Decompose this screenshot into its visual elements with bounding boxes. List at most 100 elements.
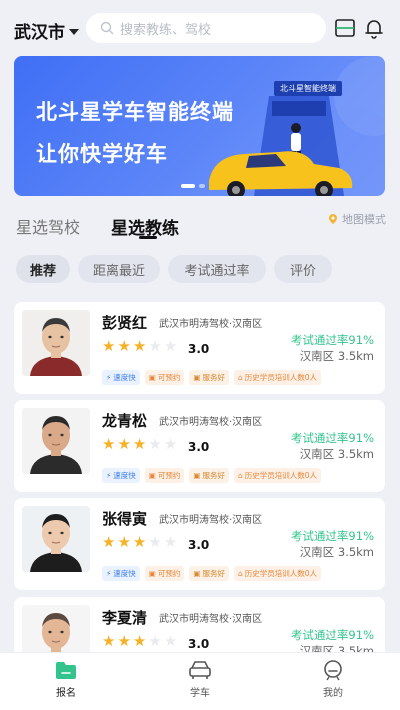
lightning-icon: ⚡	[106, 569, 112, 578]
coach-name: 龙青松	[102, 412, 148, 430]
rating-score: 3.0	[188, 538, 210, 552]
caret-down-icon	[69, 28, 79, 35]
rating-score: 3.0	[188, 440, 210, 454]
calendar-icon: ▣	[148, 373, 156, 382]
coach-tags: ⚡速度快▣可预约▣服务好⌂历史学员培训人数0人	[102, 468, 322, 483]
star-icon: ★	[148, 632, 162, 650]
coach-tag: ▣服务好	[189, 566, 229, 581]
star-icon: ★	[163, 435, 178, 453]
rating-score: 3.0	[188, 342, 210, 356]
service-icon: ▣	[193, 471, 201, 480]
banner-title: 北斗星学车智能终端	[36, 100, 234, 124]
star-icon: ★	[102, 632, 116, 650]
coach-tag-label: 历史学员培训人数0人	[244, 569, 318, 578]
coach-tag-label: 速度快	[113, 569, 136, 578]
search-input[interactable]: 搜索教练、驾校	[86, 13, 326, 43]
coach-school: 武汉市明涛驾校·汉南区	[159, 319, 263, 330]
rating-score: 3.0	[188, 637, 210, 651]
graduation-cap-icon: ⌂	[237, 569, 243, 578]
app-root: 武汉市 搜索教练、驾校 北斗星智能终端 北斗星学车智能终端 让你快学好车 星选驾…	[0, 0, 400, 710]
coach-tag-label: 可预约	[157, 373, 181, 382]
nav-learn-label: 学车	[190, 688, 210, 699]
coach-tag-label: 服务好	[202, 373, 225, 382]
coach-tag-label: 速度快	[113, 373, 136, 382]
rating-stars: ★ ★ ★ ★ ★	[102, 535, 177, 550]
car-icon	[189, 661, 211, 679]
coach-tag-label: 速度快	[113, 471, 136, 480]
graduation-cap-icon: ⌂	[237, 373, 243, 382]
star-icon: ★	[148, 435, 162, 453]
filter-recommend[interactable]: 推荐	[16, 255, 70, 283]
graduation-cap-icon: ⌂	[237, 471, 243, 480]
service-icon: ▣	[193, 569, 201, 578]
calendar-icon: ▣	[148, 471, 156, 480]
coach-location: 汉南区 3.5km	[299, 545, 374, 559]
coach-name: 彭贤红	[102, 314, 148, 332]
coach-tags: ⚡速度快 ▣可预约 ▣服务好 ⌂历史学员培训人数0人	[102, 566, 322, 581]
coach-tag: ▣服务好	[189, 468, 229, 483]
nav-signup[interactable]: 报名	[36, 659, 96, 699]
search-placeholder: 搜索教练、驾校	[120, 22, 212, 38]
bottom-nav: 报名 学车 我的	[0, 652, 400, 710]
nav-profile[interactable]: 我的	[303, 659, 363, 699]
coach-tag-label: 服务好	[202, 471, 225, 480]
coach-card[interactable]: 张得寅 武汉市明涛驾校·汉南区 ★ ★ ★ ★ ★ 3.0 考试通过率91% 汉南区 3.5km ⚡…	[14, 498, 385, 590]
coach-tag-label: 历史学员培训人数0人	[244, 471, 318, 480]
star-icon: ★	[132, 435, 147, 453]
coach-tag: ⌂历史学员培训人数0人	[233, 468, 322, 483]
rating-stars: ★ ★ ★ ★ ★	[102, 634, 177, 649]
bell-icon[interactable]	[362, 16, 386, 40]
star-icon: ★	[117, 337, 131, 355]
coach-card[interactable]: 彭贤红 武汉市明涛驾校·汉南区 ★ ★ ★ ★ ★ 3.0 考试通过率91% 汉南区 3.5km ⚡…	[14, 302, 385, 394]
promo-banner[interactable]: 北斗星智能终端 北斗星学车智能终端 让你快学好车	[14, 56, 385, 196]
coach-tags: ⚡速度快▣可预约▣服务好⌂历史学员培训人数0人	[102, 370, 322, 385]
coach-tag: ▣可预约	[144, 566, 185, 581]
rating-stars: ★ ★ ★ ★ ★	[102, 339, 177, 354]
star-icon: ★	[163, 533, 178, 551]
coach-tag: ⚡速度快	[102, 566, 140, 581]
coach-location: 汉南区 3.5km	[299, 447, 374, 461]
coach-card[interactable]: 龙青松 武汉市明涛驾校·汉南区 ★ ★ ★ ★ ★ 3.0 考试通过率91% 汉南区 3.5km ⚡…	[14, 400, 385, 492]
pagination-dot	[199, 184, 205, 188]
active-tab-indicator	[139, 236, 157, 239]
coach-tag: ▣可预约	[144, 370, 185, 385]
star-icon: ★	[102, 337, 116, 355]
filter-nearest[interactable]: 距离最近	[78, 255, 160, 283]
scan-icon[interactable]	[333, 16, 357, 40]
star-icon: ★	[117, 632, 131, 650]
nav-learn[interactable]: 学车	[170, 659, 230, 699]
star-icon: ★	[132, 533, 147, 551]
filter-pass-rate[interactable]: 考试通过率	[168, 255, 266, 283]
coach-photo	[22, 506, 90, 572]
star-icon: ★	[132, 632, 147, 650]
map-mode-label: 地图模式	[342, 213, 386, 226]
banner-pagination	[181, 184, 205, 188]
banner-sign: 北斗星智能终端	[274, 81, 342, 96]
service-icon: ▣	[193, 373, 201, 382]
star-icon: ★	[102, 435, 116, 453]
coach-tag-label: 服务好	[202, 569, 225, 578]
lightning-icon: ⚡	[106, 373, 112, 382]
search-icon	[100, 21, 114, 35]
lightning-icon: ⚡	[106, 471, 112, 480]
star-icon: ★	[163, 337, 178, 355]
coach-tag: ⚡速度快	[102, 468, 140, 483]
coach-school: 武汉市明涛驾校·汉南区	[159, 417, 263, 428]
coach-tag: ▣可预约	[144, 468, 185, 483]
coach-tag-label: 历史学员培训人数0人	[244, 373, 318, 382]
map-mode-button[interactable]: 地图模式	[327, 211, 386, 227]
coach-tag: ▣服务好	[189, 370, 229, 385]
tab-school[interactable]: 星选驾校	[16, 214, 80, 238]
city-selector[interactable]: 武汉市	[14, 18, 79, 43]
rating-stars: ★ ★ ★ ★ ★	[102, 437, 177, 452]
coach-tag-label: 可预约	[157, 471, 181, 480]
profile-icon	[324, 660, 342, 681]
top-bar: 武汉市 搜索教练、驾校	[0, 0, 400, 56]
star-icon: ★	[132, 337, 147, 355]
coach-tag: ⌂历史学员培训人数0人	[233, 370, 322, 385]
star-icon: ★	[163, 632, 178, 650]
coach-location: 汉南区 3.5km	[299, 349, 374, 363]
pagination-dot	[181, 184, 195, 188]
filter-rating[interactable]: 评价	[274, 255, 332, 283]
coach-photo	[22, 408, 90, 474]
